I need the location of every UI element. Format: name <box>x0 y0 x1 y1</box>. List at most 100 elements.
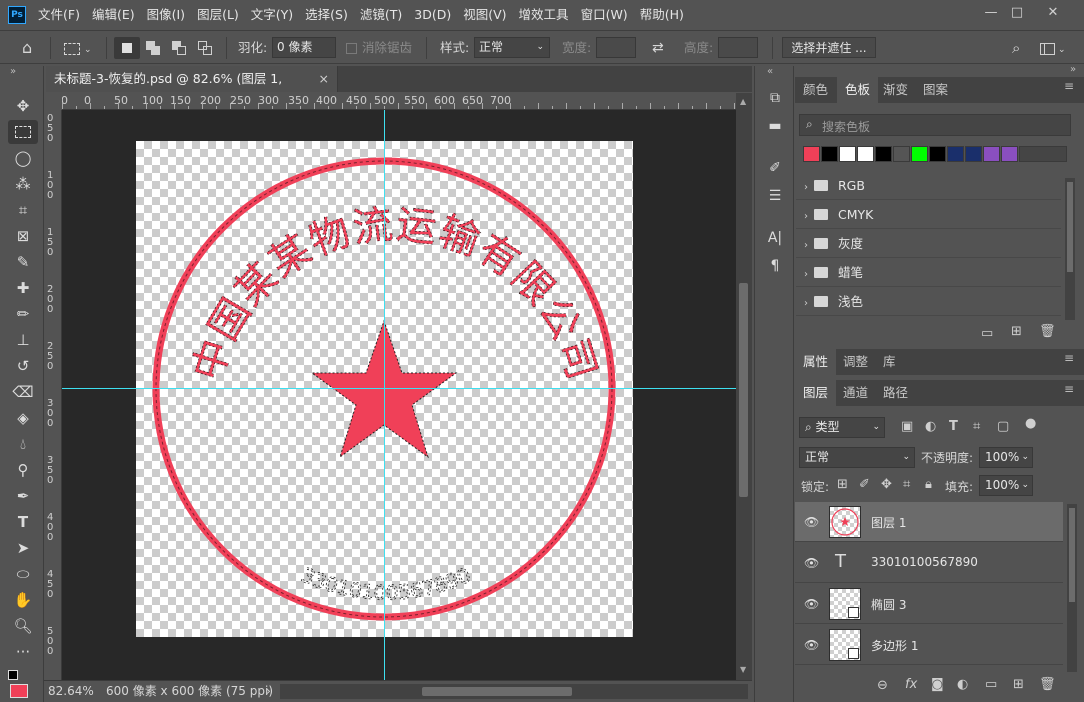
tab-swatches[interactable]: 色板 <box>837 77 879 103</box>
menu-item-2[interactable]: 图像(I) <box>141 0 191 29</box>
character-panel-icon[interactable]: A| <box>763 226 787 250</box>
lock-position-icon[interactable]: ✥ <box>881 477 892 492</box>
delete-swatch-icon[interactable]: 🗑︎ <box>1039 324 1056 339</box>
rectangular-marquee-tool-icon[interactable] <box>8 120 38 144</box>
vertical-scrollbar[interactable]: ▲ ▼ <box>736 93 752 680</box>
history-panel-icon[interactable]: ⧉ <box>763 86 787 110</box>
chevron-right-icon[interactable]: › <box>804 269 808 280</box>
filter-toggle-icon[interactable]: ● <box>1025 416 1036 431</box>
swatch-color[interactable] <box>983 146 1000 162</box>
history-brush-tool-icon[interactable]: ↺ <box>8 354 38 378</box>
swatch-color[interactable] <box>857 146 874 162</box>
swatch-color[interactable] <box>1001 146 1018 162</box>
default-colors-icon[interactable] <box>8 670 18 680</box>
tab-adjustments[interactable]: 调整 <box>835 349 876 375</box>
menu-item-5[interactable]: 选择(S) <box>299 0 354 29</box>
maximize-button[interactable]: □ <box>1002 0 1032 26</box>
swatch-group[interactable]: › RGB <box>796 172 1061 200</box>
lock-artboard-icon[interactable]: ⌗ <box>903 477 910 492</box>
filter-adjustment-icon[interactable]: ◐ <box>925 419 936 434</box>
collapse-strip-icon[interactable]: « <box>767 66 773 77</box>
delete-layer-icon[interactable]: 🗑︎ <box>1039 677 1056 692</box>
layers-scrollbar[interactable] <box>1067 504 1077 672</box>
horizontal-scrollbar[interactable] <box>280 684 748 699</box>
eraser-tool-icon[interactable]: ⌫ <box>8 380 38 404</box>
hand-tool-icon[interactable]: ✋ <box>8 588 38 612</box>
swatch-group[interactable]: › 灰度 <box>796 230 1061 258</box>
layer-row[interactable]: 👁︎ T 33010100567890 <box>795 543 1063 583</box>
tab-paths[interactable]: 路径 <box>875 380 916 406</box>
menu-item-10[interactable]: 窗口(W) <box>575 0 634 29</box>
workspace-icon[interactable]: ⌄ <box>1040 31 1066 65</box>
link-layers-icon[interactable]: ⊖ <box>877 678 888 693</box>
eye-icon[interactable]: 👁︎ <box>804 597 819 611</box>
ellipse-tool-icon[interactable]: ⬭ <box>8 562 38 586</box>
width-input[interactable] <box>596 37 636 58</box>
close-window-button[interactable]: ✕ <box>1038 0 1068 26</box>
style-select[interactable]: 正常 ⌄ <box>474 37 550 58</box>
magic-wand-tool-icon[interactable]: ⁂ <box>8 172 38 196</box>
swatches-menu-icon[interactable]: ≡ <box>1064 79 1074 93</box>
layer-row[interactable]: 👁︎ 图层 1 <box>795 502 1063 542</box>
brush-tool-icon[interactable]: ✏ <box>8 302 38 326</box>
type-tool-icon[interactable]: T <box>8 510 38 534</box>
subtract-selection-icon[interactable] <box>170 31 190 65</box>
tab-channels[interactable]: 通道 <box>835 380 876 406</box>
filter-type-icon[interactable]: T <box>949 419 958 434</box>
lock-transparent-icon[interactable]: ⊞ <box>837 477 848 492</box>
menu-item-6[interactable]: 滤镜(T) <box>354 0 408 29</box>
vertical-scroll-thumb[interactable] <box>739 283 748 497</box>
height-input[interactable] <box>718 37 758 58</box>
menu-item-3[interactable]: 图层(L) <box>191 0 245 29</box>
swatch-color[interactable] <box>965 146 982 162</box>
feather-input[interactable]: 0 像素 <box>272 37 336 58</box>
new-layer-icon[interactable]: ⊞ <box>1013 677 1024 692</box>
swatches-scrollbar[interactable] <box>1065 178 1075 320</box>
fill-input[interactable]: 100% ⌄ <box>979 475 1033 496</box>
swatch-color[interactable] <box>875 146 892 162</box>
swatch-search-field[interactable]: ⌕ 搜索色板 <box>799 114 1071 136</box>
new-adjustment-icon[interactable]: ◐ <box>957 677 968 692</box>
swap-icon[interactable]: ⇄ <box>652 31 664 65</box>
layer-filter-select[interactable]: ⌕ 类型 ⌄ <box>799 417 885 438</box>
swatch-group[interactable]: › 浅色 <box>796 288 1061 316</box>
frame-tool-icon[interactable]: ⊠ <box>8 224 38 248</box>
search-icon[interactable]: ⌕ <box>1012 31 1020 65</box>
antialias-checkbox[interactable]: 消除锯齿 <box>346 31 412 65</box>
new-selection-icon[interactable] <box>114 37 140 59</box>
menu-item-7[interactable]: 3D(D) <box>408 0 457 29</box>
healing-brush-tool-icon[interactable]: ✚ <box>8 276 38 300</box>
properties-menu-icon[interactable]: ≡ <box>1064 351 1074 365</box>
close-tab-icon[interactable]: × <box>319 66 329 92</box>
move-tool-icon[interactable]: ✥ <box>8 94 38 118</box>
tab-libraries[interactable]: 库 <box>875 349 904 375</box>
swatch-color[interactable] <box>947 146 964 162</box>
menu-item-0[interactable]: 文件(F) <box>32 0 86 29</box>
blend-mode-select[interactable]: 正常 ⌄ <box>799 447 915 468</box>
vertical-guide[interactable] <box>384 110 385 680</box>
swatch-color[interactable] <box>893 146 910 162</box>
filter-shape-icon[interactable]: ⌗ <box>973 419 980 434</box>
tab-patterns[interactable]: 图案 <box>915 77 956 103</box>
crop-tool-icon[interactable]: ⌗ <box>8 198 38 222</box>
filter-pixel-icon[interactable]: ▣ <box>901 419 913 434</box>
new-swatch-icon[interactable]: ⊞ <box>1011 324 1022 339</box>
menu-item-9[interactable]: 增效工具 <box>513 0 575 29</box>
layer-row[interactable]: 👁︎ 多边形 1 <box>795 625 1063 665</box>
new-group-layer-icon[interactable]: ▭ <box>985 677 997 692</box>
eye-icon[interactable]: 👁︎ <box>804 515 819 529</box>
paint-bucket-tool-icon[interactable]: ◈ <box>8 406 38 430</box>
new-group-icon[interactable]: ▭ <box>981 326 993 341</box>
layers-menu-icon[interactable]: ≡ <box>1064 382 1074 396</box>
chevron-right-icon[interactable]: › <box>804 211 808 222</box>
more-tools-icon[interactable]: ··· <box>8 640 38 664</box>
eye-icon[interactable]: 👁︎ <box>804 638 819 652</box>
clone-stamp-tool-icon[interactable]: ⊥ <box>8 328 38 352</box>
canvas-area[interactable]: 中国某某物流运输有限公司 33010100567890 <box>62 110 736 680</box>
layer-style-icon[interactable]: fx <box>905 677 917 692</box>
home-icon[interactable]: ⌂ <box>22 31 32 65</box>
eyedropper-tool-icon[interactable]: ✎ <box>8 250 38 274</box>
menu-item-1[interactable]: 编辑(E) <box>86 0 141 29</box>
tab-layers[interactable]: 图层 <box>795 380 837 406</box>
path-selection-tool-icon[interactable]: ➤ <box>8 536 38 560</box>
